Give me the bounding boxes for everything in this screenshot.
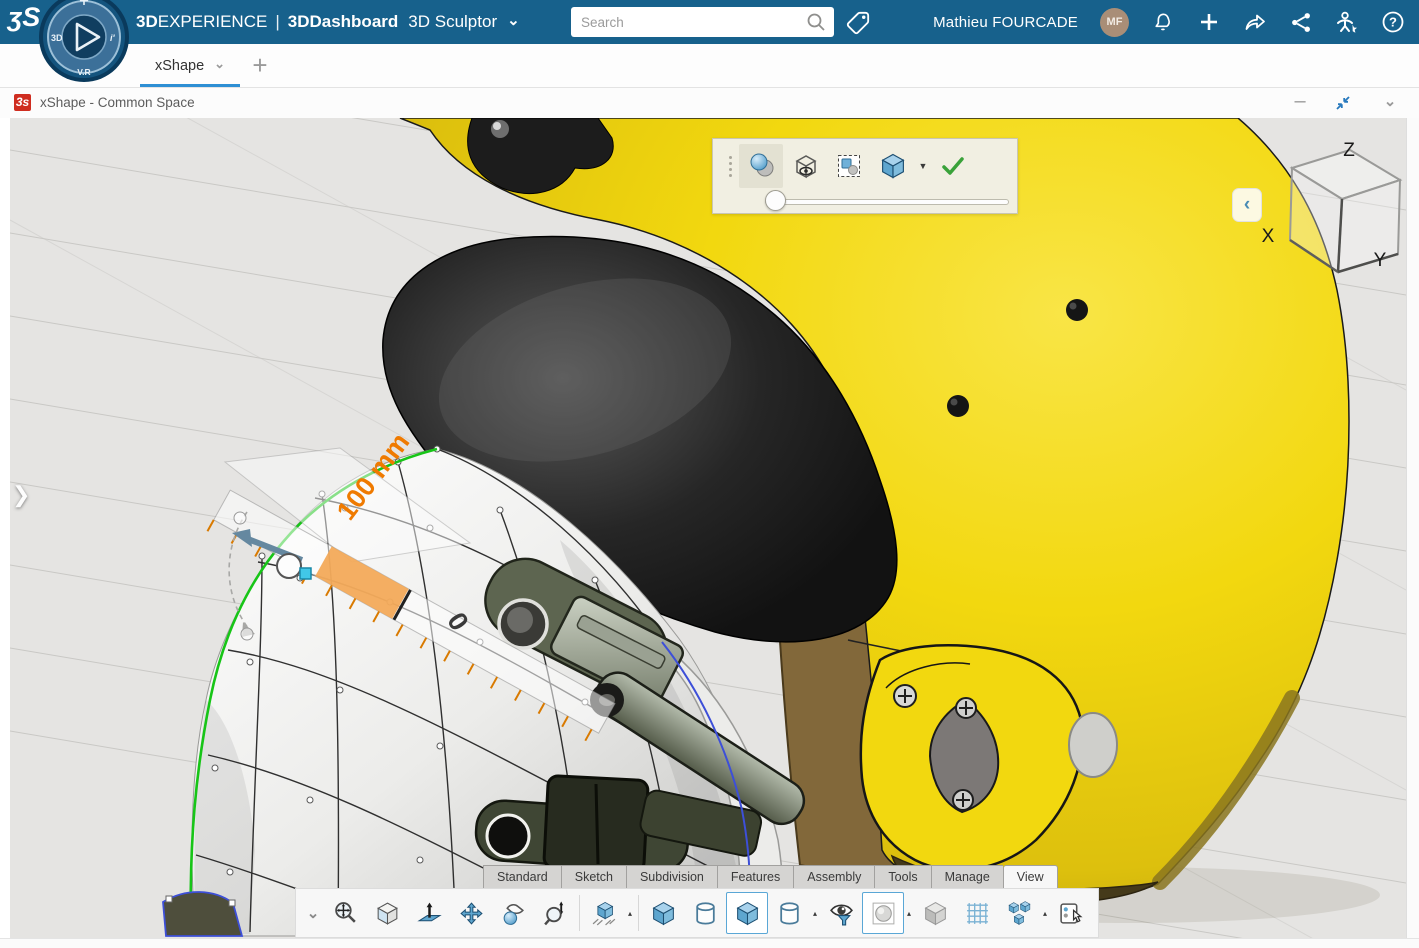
look-at-button[interactable]	[366, 892, 408, 934]
bottom-frame-strip	[0, 938, 1419, 948]
share-network-icon[interactable]	[1289, 10, 1313, 34]
wireframe-eye-button[interactable]	[783, 144, 827, 188]
wireframe-cylinder-button[interactable]	[684, 892, 726, 934]
minimize-button[interactable]: –	[1288, 90, 1312, 114]
shaded-spheres-button[interactable]	[739, 144, 783, 188]
cylinder-options-caret-icon[interactable]: ▴	[810, 909, 820, 918]
app-name[interactable]: 3D Sculptor	[408, 12, 497, 32]
rotate-button[interactable]	[492, 892, 534, 934]
selection-set-button[interactable]	[827, 144, 871, 188]
tab-xshape-label: xShape	[155, 58, 204, 74]
app-header: 3s xShape - Common Space – ⌄	[0, 88, 1419, 118]
communities-person-icon[interactable]	[1335, 10, 1359, 34]
zoom-button[interactable]	[534, 892, 576, 934]
brand-experience: EXPERIENCE	[158, 12, 268, 32]
normal-to-button[interactable]	[408, 892, 450, 934]
notifications-bell-icon[interactable]	[1151, 10, 1175, 34]
platform-title: 3DEXPERIENCE | 3DDashboard 3D Sculptor ⌄	[136, 0, 520, 44]
brand-dashboard: 3DDashboard	[288, 12, 399, 32]
slider-thumb[interactable]	[765, 190, 786, 211]
topbar-right-cluster: Mathieu FOURCADE MF ?	[933, 0, 1405, 44]
view-toolbar: ⌄ ▴	[295, 888, 1099, 938]
xshape-app-icon: 3s	[14, 94, 31, 111]
slider-track[interactable]	[765, 199, 1009, 205]
share-icon[interactable]	[1243, 10, 1267, 34]
expand-left-panel-button[interactable]: ❯	[12, 482, 30, 508]
compass-south-label: V.R	[77, 67, 90, 77]
context-slider[interactable]	[765, 193, 1009, 209]
ribbon-tab-subdivision[interactable]: Subdivision	[626, 865, 717, 889]
toolbar-drag-handle-icon[interactable]	[721, 156, 739, 177]
new-tab-button[interactable]: +	[246, 52, 274, 80]
context-toolbar: ▼	[712, 138, 1018, 214]
toolbar-separator	[638, 895, 639, 931]
ribbon-tab-view[interactable]: View	[1003, 865, 1058, 889]
ruler-handle-circle[interactable]	[277, 554, 301, 578]
pan-button[interactable]	[450, 892, 492, 934]
cube-options-button[interactable]	[871, 144, 915, 188]
render-style-caret-icon[interactable]: ▴	[904, 909, 914, 918]
help-icon[interactable]: ?	[1381, 10, 1405, 34]
accept-button[interactable]	[931, 144, 975, 188]
app-switch-chevron-icon[interactable]: ⌄	[507, 11, 520, 29]
brand-separator: |	[275, 12, 279, 32]
toolbar-separator	[579, 895, 580, 931]
app-header-chevron-icon[interactable]: ⌄	[1378, 92, 1402, 116]
hide-show-filter-button[interactable]	[820, 892, 862, 934]
scene-canvas[interactable]: 0 100 mm Z X	[10, 118, 1406, 938]
application-window: ʒS 3DEXPERIENCE|3DDashboard3D Sculptor⌄ …	[0, 0, 1419, 948]
3d-viewport[interactable]: 0 100 mm Z X	[10, 118, 1406, 938]
user-name[interactable]: Mathieu FOURCADE	[933, 14, 1078, 31]
shaded-button[interactable]	[642, 892, 684, 934]
ground-shadow-caret-icon[interactable]: ▴	[625, 909, 635, 918]
exploded-view-button[interactable]	[998, 892, 1040, 934]
ribbon-tab-standard[interactable]: Standard	[483, 865, 561, 889]
toolbar-collapse-icon[interactable]: ⌄	[302, 893, 324, 933]
axis-x-label: X	[1262, 226, 1275, 247]
object-selection-button[interactable]	[1050, 892, 1092, 934]
active-tab-underline	[140, 84, 240, 87]
cube-options-caret-icon[interactable]: ▼	[915, 161, 931, 171]
right-frame-strip	[1406, 118, 1419, 948]
axis-z-label: Z	[1343, 140, 1355, 161]
ribbon-tab-bar: Standard Sketch Subdivision Features Ass…	[483, 865, 1058, 889]
workspace-tab-bar: xShape ⌄ +	[0, 44, 1419, 88]
tab-xshape[interactable]: xShape ⌄	[140, 44, 240, 87]
ribbon-tab-sketch[interactable]: Sketch	[561, 865, 626, 889]
exploded-view-caret-icon[interactable]: ▴	[1040, 909, 1050, 918]
ruler-handle-square[interactable]	[300, 568, 311, 579]
avatar[interactable]: MF	[1100, 8, 1129, 37]
ribbon-tab-manage[interactable]: Manage	[931, 865, 1003, 889]
search-box[interactable]	[571, 7, 834, 37]
render-style-button[interactable]	[862, 892, 904, 934]
fit-all-button[interactable]	[324, 892, 366, 934]
brand-3d: 3D	[136, 12, 158, 32]
collapse-right-panel-button[interactable]: ‹	[1232, 188, 1262, 222]
svg-text:?: ?	[1389, 15, 1397, 30]
ribbon-tab-features[interactable]: Features	[717, 865, 793, 889]
app-title: xShape - Common Space	[40, 95, 195, 110]
ribbon-tab-assembly[interactable]: Assembly	[793, 865, 874, 889]
tab-chevron-icon[interactable]: ⌄	[214, 56, 225, 72]
work-grid-button[interactable]	[956, 892, 998, 934]
search-icon[interactable]	[806, 12, 826, 32]
ribbon-tab-tools[interactable]: Tools	[874, 865, 930, 889]
tag-icon[interactable]	[845, 9, 871, 35]
ground-shadow-button[interactable]	[583, 892, 625, 934]
shaded-with-edges-button[interactable]	[726, 892, 768, 934]
add-content-icon[interactable]	[1197, 10, 1221, 34]
compass-west-label: 3D	[51, 33, 63, 43]
3dexperience-compass[interactable]: 3D i' V.R	[38, 0, 130, 83]
no-edges-button[interactable]	[914, 892, 956, 934]
top-bar: ʒS 3DEXPERIENCE|3DDashboard3D Sculptor⌄ …	[0, 0, 1419, 44]
axis-y-label: Y	[1374, 250, 1387, 271]
restore-window-button[interactable]	[1334, 94, 1352, 112]
cylinder-options-button[interactable]	[768, 892, 810, 934]
search-input[interactable]	[571, 15, 806, 30]
